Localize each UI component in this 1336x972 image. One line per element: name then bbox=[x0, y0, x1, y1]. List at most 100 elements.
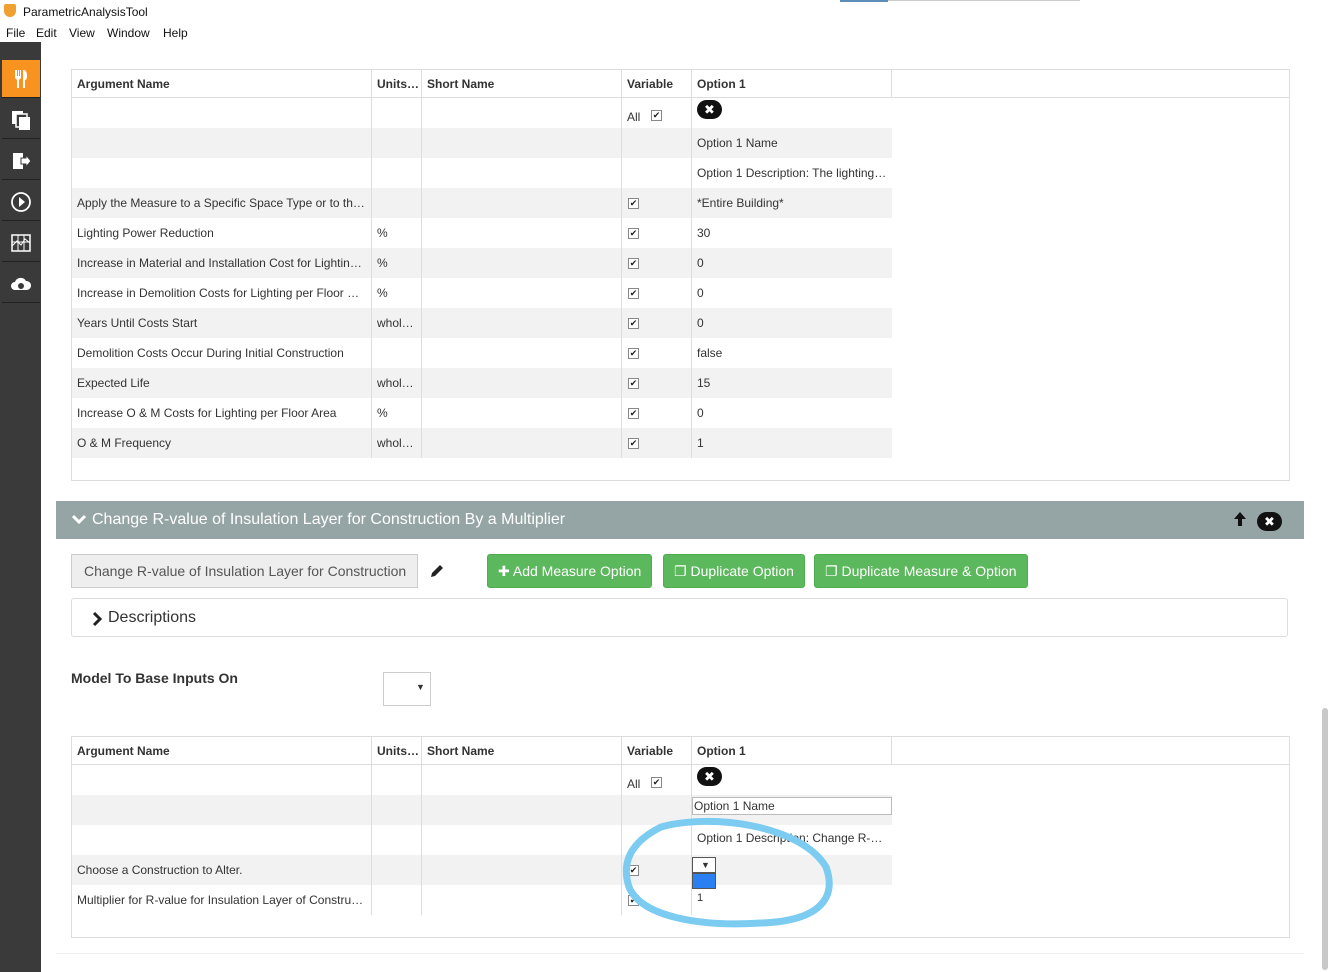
col-units: Units… bbox=[372, 737, 422, 765]
argument-units: whol… bbox=[377, 316, 414, 330]
argument-units bbox=[372, 188, 422, 218]
main-content: Argument Name Units… Short Name Variable… bbox=[41, 42, 1336, 972]
all-checkbox[interactable]: ✔ bbox=[651, 777, 662, 788]
argument-value[interactable]: 0 bbox=[692, 308, 892, 338]
table-row: Increase O & M Costs for Lighting per Fl… bbox=[72, 398, 892, 428]
argument-value[interactable]: 30 bbox=[692, 218, 892, 248]
col-argument-name: Argument Name bbox=[72, 70, 372, 98]
variable-checkbox[interactable]: ✔ bbox=[628, 258, 639, 269]
option-name-input[interactable]: Option 1 Name bbox=[692, 797, 892, 815]
all-checkbox[interactable]: ✔ bbox=[651, 110, 662, 121]
close-option-button[interactable]: ✖ bbox=[697, 767, 722, 786]
option-description[interactable]: Option 1 Description: The lighting… bbox=[692, 158, 892, 188]
descriptions-panel[interactable]: Descriptions bbox=[71, 598, 1288, 637]
argument-name: Increase in Demolition Costs for Lightin… bbox=[77, 286, 360, 300]
close-option-button[interactable]: ✖ bbox=[697, 100, 722, 119]
measure-header[interactable]: Change R-value of Insulation Layer for C… bbox=[56, 501, 1304, 539]
chevron-right-icon bbox=[92, 612, 102, 626]
variable-checkbox[interactable]: ✔ bbox=[628, 198, 639, 209]
table-row: Option 1 Name bbox=[72, 128, 892, 158]
table-row: Expected Life whol… ✔ 15 bbox=[72, 368, 892, 398]
argument-units: % bbox=[377, 226, 388, 240]
app-icon bbox=[4, 4, 16, 17]
menu-window[interactable]: Window bbox=[107, 26, 150, 40]
chevron-down-icon[interactable] bbox=[72, 514, 86, 526]
col-variable: Variable bbox=[622, 70, 692, 98]
col-variable: Variable bbox=[622, 737, 692, 765]
measure-title: Change R-value of Insulation Layer for C… bbox=[92, 511, 566, 528]
argument-value[interactable]: false bbox=[692, 338, 892, 368]
menu-help[interactable]: Help bbox=[163, 26, 188, 40]
add-measure-option-button[interactable]: ✚ Add Measure Option bbox=[487, 554, 653, 588]
argument-units bbox=[372, 338, 422, 368]
menu-view[interactable]: View bbox=[69, 26, 95, 40]
cloud-tab-button[interactable] bbox=[2, 265, 40, 303]
arrow-up-icon[interactable] bbox=[1233, 511, 1247, 527]
menu-edit[interactable]: Edit bbox=[36, 26, 57, 40]
table-row: Apply the Measure to a Specific Space Ty… bbox=[72, 188, 892, 218]
argument-value[interactable]: 1 bbox=[692, 428, 892, 458]
col-option-1: Option 1 bbox=[692, 737, 892, 765]
column-divider bbox=[421, 765, 422, 915]
variable-checkbox[interactable]: ✔ bbox=[628, 438, 639, 449]
option-name[interactable]: Option 1 Name bbox=[692, 128, 892, 158]
argument-value[interactable]: 0 bbox=[692, 398, 892, 428]
argument-name: Increase O & M Costs for Lighting per Fl… bbox=[77, 406, 337, 420]
table-row: O & M Frequency whol… ✔ 1 bbox=[72, 428, 892, 458]
duplicate-option-button[interactable]: ❐ Duplicate Option bbox=[663, 554, 805, 588]
copy-icon: ❐ bbox=[674, 563, 687, 579]
measure-name-field[interactable]: Change R-value of Insulation Layer for C… bbox=[71, 554, 418, 588]
argument-units: % bbox=[377, 286, 388, 300]
col-units: Units… bbox=[372, 70, 422, 98]
variable-checkbox[interactable]: ✔ bbox=[628, 228, 639, 239]
variable-checkbox[interactable]: ✔ bbox=[628, 318, 639, 329]
argument-name: Expected Life bbox=[77, 376, 150, 390]
content-divider bbox=[56, 953, 1304, 954]
variable-checkbox[interactable]: ✔ bbox=[628, 288, 639, 299]
table-row: Increase in Demolition Costs for Lightin… bbox=[72, 278, 892, 308]
remove-measure-button[interactable]: ✖ bbox=[1257, 512, 1282, 531]
table-row: All ✔ ✖ bbox=[72, 765, 892, 795]
results-tab-button[interactable] bbox=[2, 224, 40, 262]
model-base-label: Model To Base Inputs On bbox=[71, 670, 238, 686]
outputs-tab-button[interactable] bbox=[2, 142, 40, 180]
run-tab-button[interactable] bbox=[2, 183, 40, 221]
pencil-icon[interactable] bbox=[429, 563, 445, 579]
window-title: ParametricAnalysisTool bbox=[23, 5, 148, 19]
variable-checkbox[interactable]: ✔ bbox=[628, 348, 639, 359]
add-measure-option-label: Add Measure Option bbox=[512, 563, 642, 579]
table-header: Argument Name Units… Short Name Variable… bbox=[72, 737, 1289, 765]
argument-value[interactable]: 0 bbox=[692, 278, 892, 308]
menu-file[interactable]: File bbox=[6, 26, 25, 40]
plus-icon: ✚ bbox=[498, 563, 510, 579]
duplicate-measure-option-button[interactable]: ❐ Duplicate Measure & Option bbox=[814, 554, 1028, 588]
copy-icon: ❐ bbox=[825, 563, 838, 579]
argument-units: whol… bbox=[377, 376, 414, 390]
column-divider bbox=[621, 98, 622, 458]
argument-name: Multiplier for R-value for Insulation La… bbox=[77, 893, 364, 907]
title-tab-indicator bbox=[840, 0, 888, 2]
duplicate-measure-option-label: Duplicate Measure & Option bbox=[841, 563, 1017, 579]
dropdown-arrow-icon: ▼ bbox=[416, 682, 425, 692]
argument-name: Choose a Construction to Alter. bbox=[77, 863, 243, 877]
design-alternatives-tab-button[interactable] bbox=[2, 101, 40, 139]
argument-name: Apply the Measure to a Specific Space Ty… bbox=[77, 196, 365, 210]
scrollbar-thumb[interactable] bbox=[1322, 708, 1328, 970]
argument-value[interactable]: 15 bbox=[692, 368, 892, 398]
descriptions-label: Descriptions bbox=[108, 609, 197, 626]
argument-value[interactable]: 0 bbox=[692, 248, 892, 278]
outputs-icon bbox=[13, 152, 32, 169]
table-row: All ✔ ✖ bbox=[72, 98, 892, 128]
model-select[interactable]: ▼ bbox=[383, 672, 431, 706]
table-row: Increase in Material and Installation Co… bbox=[72, 248, 892, 278]
annotation-circle bbox=[622, 817, 833, 928]
argument-value[interactable]: *Entire Building* bbox=[692, 188, 892, 218]
table-row: Years Until Costs Start whol… ✔ 0 bbox=[72, 308, 892, 338]
column-divider bbox=[371, 98, 372, 458]
run-icon bbox=[11, 191, 31, 212]
design-alternatives-icon bbox=[12, 110, 30, 130]
measures-tab-button[interactable] bbox=[2, 60, 40, 98]
variable-checkbox[interactable]: ✔ bbox=[628, 408, 639, 419]
variable-checkbox[interactable]: ✔ bbox=[628, 378, 639, 389]
col-short-name: Short Name bbox=[422, 70, 622, 98]
